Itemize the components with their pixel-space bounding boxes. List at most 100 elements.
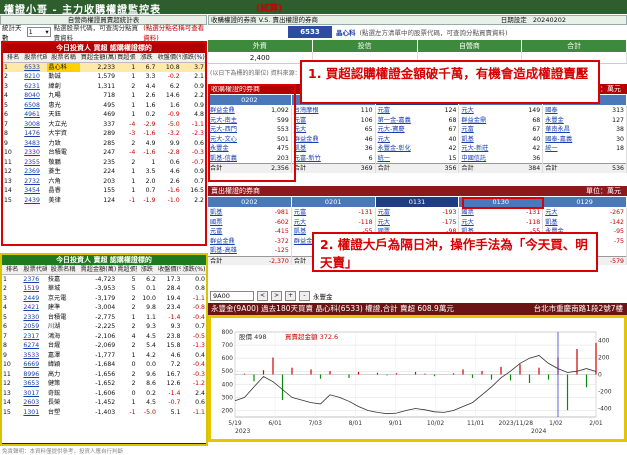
buy-table-row[interactable]: 10 2330 台積電 247 -4 -1.6 -2.8 -0.3 [3,148,205,158]
buy-broker-name[interactable]: 元富 [378,106,390,116]
buy-table-row[interactable]: 5 6508 惠光 495 1 1.6 1.6 0.9 [3,101,205,111]
sell-broker-row[interactable]: 凱基 -142 [543,218,626,228]
sell-broker-name[interactable]: 國票 [461,208,473,218]
buy-broker-name[interactable]: 元富-新竹 [294,154,321,164]
buy-table-row[interactable]: 11 2355 敬鵬 235 2 1 0.6 -0.7 [3,158,205,168]
buy-stock-code-link[interactable]: 2369 [23,167,47,177]
sell-broker-row[interactable]: 元大 -118 [459,218,542,228]
buy-broker-name[interactable]: 凱基 [461,135,473,145]
buy-table-row[interactable]: 15 2439 美律 124 -1 -1.9 -1.0 2.2 [3,196,205,206]
buy-broker-row[interactable]: 第一金-嘉義 68 [376,116,459,126]
buy-table-row[interactable]: 8 1476 大宇資 289 -3 -1.6 -3.2 -2.3 [3,129,205,139]
buy-table-row[interactable]: 14 3454 晶睿 155 1 0.7 -1.6 16.5 [3,186,205,196]
buy-broker-row[interactable]: 元富 106 [292,116,375,126]
buy-broker-row[interactable]: 凱基 40 [459,135,542,145]
sell-broker-row[interactable]: 元富 -193 [376,208,459,218]
buy-broker-row[interactable]: 元大 65 [292,125,375,135]
sell-broker-row[interactable]: 群益金鼎 -372 [208,237,291,247]
buy-broker-row[interactable]: 元大 149 [459,106,542,116]
buy-stock-code-link[interactable]: 2439 [23,196,47,206]
buy-broker-name[interactable]: 元大 [378,135,390,145]
sell-broker-row[interactable]: 元大 -267 [543,208,626,218]
buy-broker-row[interactable]: 元大-新莊 42 [459,144,542,154]
buy-broker-name[interactable]: 台灣摩根 [294,106,319,116]
buy-table-row[interactable]: 12 2369 菱生 224 1 3.5 4.6 0.9 [3,167,205,177]
buy-broker-name[interactable]: 群益金鼎 [461,116,486,126]
buy-broker-name[interactable]: 第一金-嘉義 [378,116,411,126]
buy-broker-name[interactable]: 統一 [545,144,557,154]
buy-broker-row[interactable]: 國泰-嘉義 30 [543,135,626,145]
sell-broker-name[interactable]: 凱基 [545,218,557,228]
buy-broker-name[interactable]: 元大-新莊 [461,144,488,154]
buy-table-row[interactable]: 4 8040 九暘 718 1 2.6 14.6 2.2 [3,91,205,101]
buy-broker-row[interactable]: 永豐金-彰化 42 [376,144,459,154]
buy-broker-row[interactable]: 華南永昌 38 [543,125,626,135]
sell-broker-name[interactable]: 群益金鼎 [210,237,235,247]
next-button[interactable]: > [271,291,282,301]
sell-broker-row[interactable]: 元富 -131 [292,208,375,218]
buy-table-row[interactable]: 7 3008 大立光 337 -4 -2.9 -5.0 -1.1 [3,120,205,130]
buy-broker-name[interactable]: 元富 [461,125,473,135]
sell-broker-name[interactable]: 元大 [545,208,557,218]
buy-broker-row[interactable]: 群益金鼎 68 [459,116,542,126]
buy-stock-code-link[interactable]: 6231 [23,82,47,92]
broker-combo[interactable]: 9A00 [210,291,254,301]
sell-broker-name[interactable]: 國票 [210,218,222,228]
buy-broker-name[interactable]: 元大 [461,106,473,116]
buy-table-row[interactable]: 13 2732 六角 203 1 2.0 2.6 0.7 [3,177,205,187]
buy-stock-code-link[interactable]: 4961 [23,110,47,120]
buy-table-row[interactable]: 9 3483 力致 285 2 4.9 9.9 0.6 [3,139,205,149]
sell-broker-name[interactable]: 凱基 [210,208,222,218]
sell-broker-row[interactable]: 國票 -602 [208,218,291,228]
buy-broker-row[interactable]: 元大 40 [376,135,459,145]
sell-broker-row[interactable]: 凱基 -981 [208,208,291,218]
sell-broker-name[interactable]: 元大 [294,218,306,228]
buy-broker-name[interactable]: 統一 [378,154,390,164]
buy-stock-code-link[interactable]: 2355 [23,158,47,168]
buy-broker-row[interactable]: 群益金鼎 46 [292,135,375,145]
buy-broker-name[interactable]: 國泰-嘉義 [545,135,572,145]
buy-broker-name[interactable]: 中國信託 [461,154,486,164]
stock-code-input[interactable]: 6533 [288,26,332,38]
buy-stock-code-link[interactable]: 1476 [23,129,47,139]
sell-broker-name[interactable]: 元大 [378,218,390,228]
buy-table-row[interactable]: 1 6533 晶心科 2,233 1 6.7 10.8 3.7 [3,62,205,72]
buy-broker-name[interactable]: 國泰 [545,106,557,116]
buy-stock-code-link[interactable]: 2330 [23,148,47,158]
sell-broker-row[interactable]: 元大 -118 [292,218,375,228]
zoom-in-button[interactable]: + [285,291,296,301]
zoom-out-button[interactable]: - [299,291,310,301]
sell-broker-row[interactable]: 元富 -415 [208,227,291,237]
buy-broker-name[interactable]: 永豐金 [545,116,564,126]
buy-broker-row[interactable]: 統一 15 [376,154,459,164]
buy-stock-code-link[interactable]: 3454 [23,186,47,196]
prev-button[interactable]: < [257,291,268,301]
buy-broker-row[interactable]: 元富 67 [459,125,542,135]
buy-stock-code-link[interactable]: 2732 [23,177,47,187]
buy-broker-name[interactable]: 群益金鼎 [294,135,319,145]
buy-broker-name[interactable]: 永豐金-彰化 [378,144,411,154]
buy-table-row[interactable]: 6 4961 天鈺 469 1 0.2 -0.9 4.8 [3,110,205,120]
buy-stock-code-link[interactable]: 8210 [23,72,47,82]
buy-stock-code-link[interactable]: 3483 [23,139,47,149]
sell-broker-name[interactable]: 凱基-高雄 [210,246,237,256]
buy-broker-row[interactable]: 元富-新竹 6 [292,154,375,164]
buy-stock-code-link[interactable]: 8040 [23,91,47,101]
buy-broker-row[interactable]: 中國信託 36 [459,154,542,164]
buy-broker-row[interactable]: 永豐金 127 [543,116,626,126]
sell-broker-row[interactable]: 元大 -175 [376,218,459,228]
buy-broker-row[interactable]: 元大-寶慶 67 [376,125,459,135]
sell-broker-row[interactable]: 凱基-高雄 -125 [208,246,291,256]
buy-stock-code-link[interactable]: 3008 [23,120,47,130]
sell-broker-name[interactable]: 元富 [378,208,390,218]
sell-broker-name[interactable]: 元大 [461,218,473,228]
sell-broker-name[interactable]: 凱基 [294,227,306,237]
buy-broker-row[interactable]: 國泰 313 [543,106,626,116]
buy-broker-name[interactable]: 元大-寶慶 [378,125,405,135]
sell-broker-row[interactable]: 國票 -131 [459,208,542,218]
date-setting[interactable]: 日期設定 20240202 [501,16,566,25]
buy-broker-row[interactable]: 統一 18 [543,144,626,154]
sell-broker-name[interactable]: 元富 [210,227,222,237]
buy-broker-name[interactable]: 華南永昌 [545,125,570,135]
buy-broker-row[interactable]: 台灣摩根 110 [292,106,375,116]
